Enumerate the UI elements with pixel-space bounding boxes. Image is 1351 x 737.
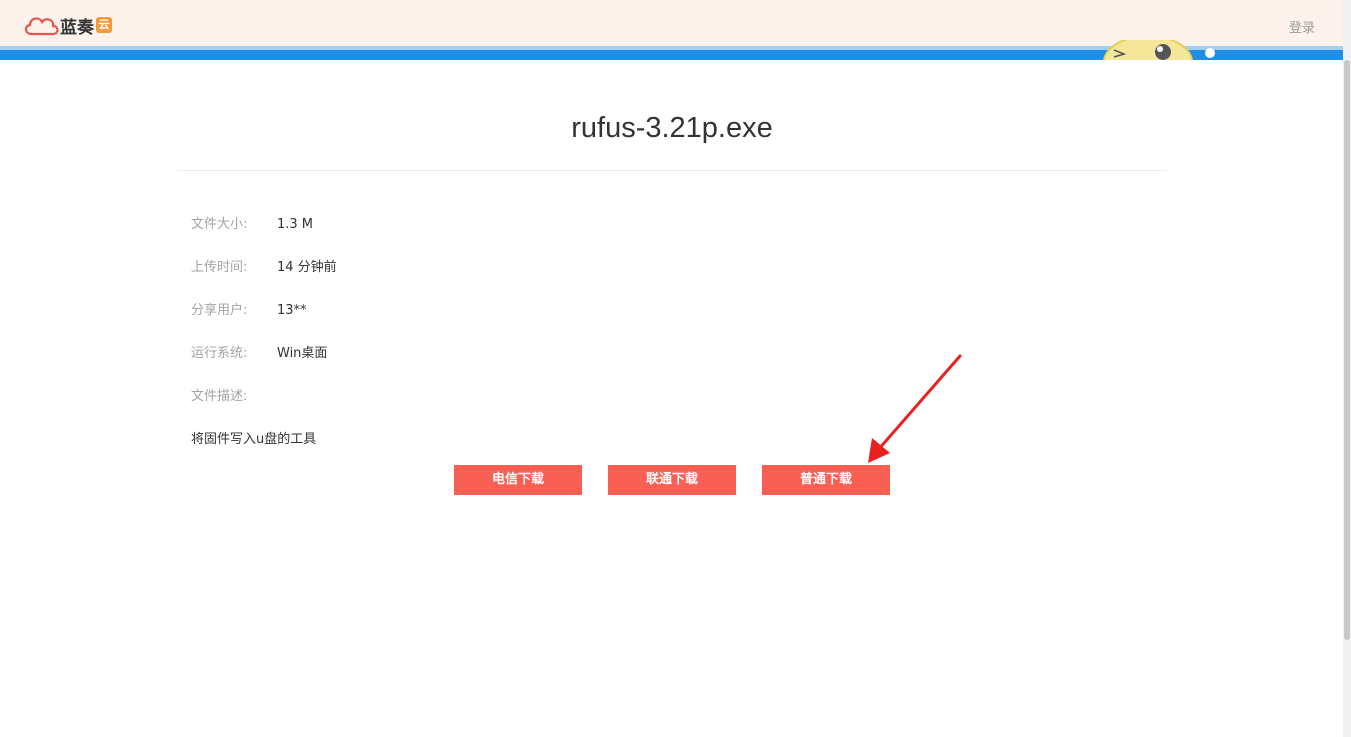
info-value: Win桌面 [277,346,328,361]
info-label: 上传时间: [191,260,248,275]
info-row-description: 文件描述: [191,385,277,404]
site-logo[interactable]: 蓝奏 云 [22,12,112,38]
telecom-download-button[interactable]: 电信下载 [454,465,582,495]
info-label: 文件描述: [191,389,248,404]
info-row-user: 分享用户: 13** [191,299,307,318]
info-label: 分享用户: [191,303,248,318]
info-label: 文件大小: [191,217,248,232]
info-value: 13** [277,303,307,318]
info-row-os: 运行系统: Win桌面 [191,342,327,361]
unicom-download-button[interactable]: 联通下载 [608,465,736,495]
scrollbar-thumb[interactable] [1344,60,1350,640]
cloud-icon [24,17,59,36]
brand-name: 蓝奏 [60,17,94,38]
file-description: 将固件写入u盘的工具 [191,432,317,447]
brand-badge: 云 [96,17,112,33]
login-link[interactable]: 登录 [1289,17,1315,36]
scrollbar[interactable] [1343,0,1351,737]
file-title: rufus-3.21p.exe [571,112,773,144]
info-label: 运行系统: [191,346,248,361]
mascot-icon [1103,40,1215,60]
annotation-arrow-icon [868,354,962,463]
info-value: 1.3 M [277,217,314,232]
info-row-size: 文件大小: 1.3 M [191,213,313,232]
info-value: 14 分钟前 [277,260,337,275]
info-row-upload-time: 上传时间: 14 分钟前 [191,256,337,275]
normal-download-button[interactable]: 普通下载 [762,465,890,495]
divider [177,170,1167,171]
